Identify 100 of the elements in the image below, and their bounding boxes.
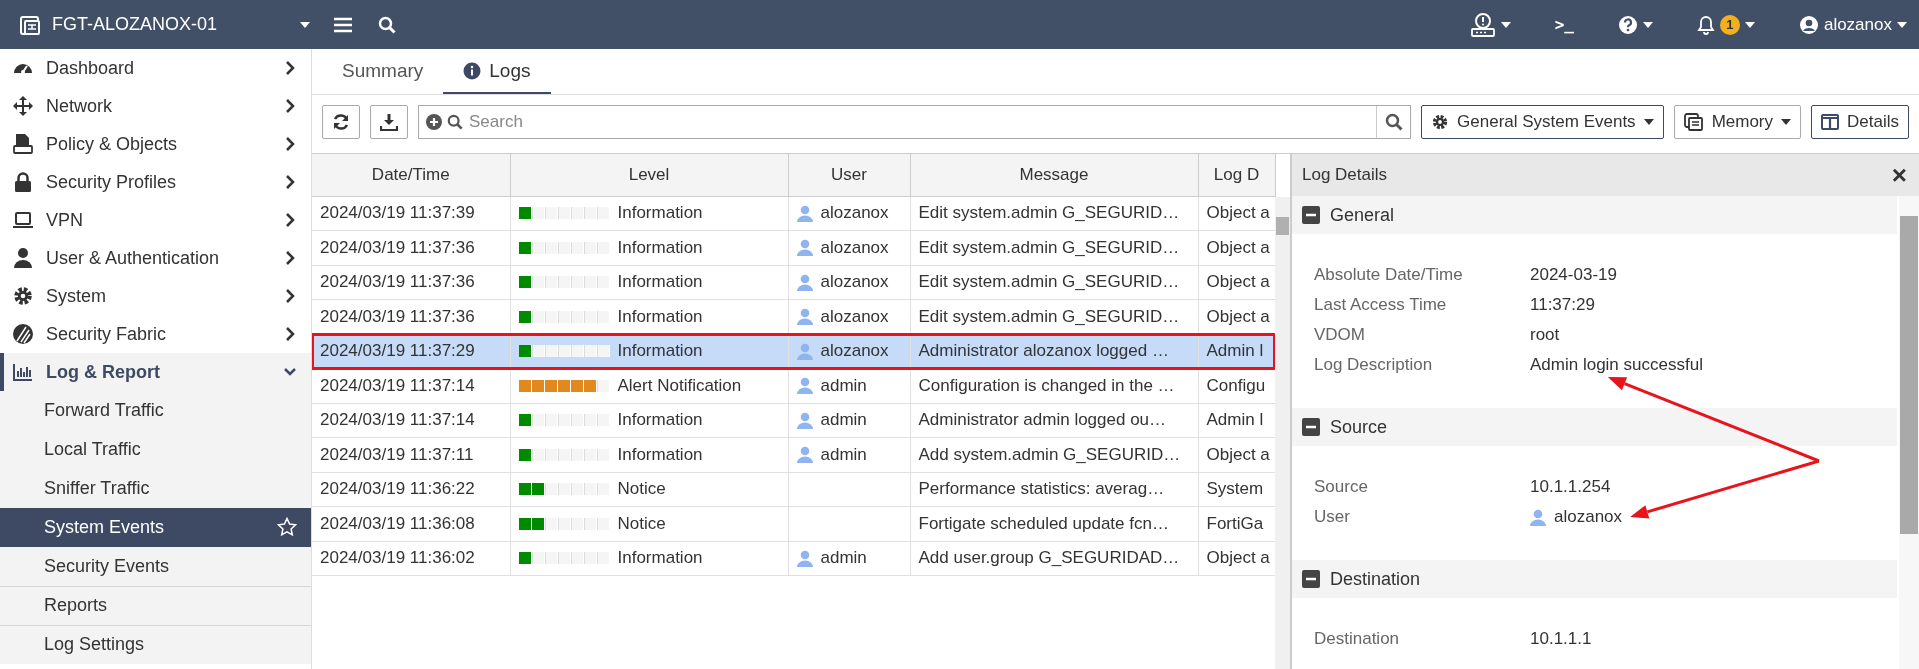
field-value: root bbox=[1530, 325, 1560, 345]
add-filter-icon bbox=[425, 113, 443, 131]
sidebar-item[interactable]: System bbox=[0, 277, 311, 315]
user-menu-button[interactable]: alozanox bbox=[1798, 14, 1907, 35]
download-icon bbox=[380, 113, 398, 131]
table-row[interactable]: 2024/03/19 11:36:22 Notice Performance statistics: averag… System bbox=[312, 472, 1275, 507]
sidebar-item[interactable]: Network bbox=[0, 87, 311, 125]
column-header[interactable]: Level bbox=[510, 154, 788, 196]
level-label: Notice bbox=[617, 479, 666, 500]
user-name: alozanox bbox=[820, 341, 889, 362]
field-label: VDOM bbox=[1314, 325, 1366, 345]
search-bar[interactable]: Search bbox=[418, 105, 1412, 139]
field-label: User bbox=[1314, 507, 1351, 527]
sidebar-subitem[interactable]: Sniffer Traffic bbox=[0, 469, 311, 508]
collapse-icon[interactable] bbox=[1302, 570, 1320, 588]
menu-button[interactable] bbox=[334, 15, 352, 34]
user-icon bbox=[796, 239, 813, 257]
table-cell: 2024/03/19 11:37:29 bbox=[312, 334, 510, 369]
search-button[interactable] bbox=[378, 15, 396, 34]
table-cell: Edit system.admin G_SEGURID… bbox=[910, 196, 1198, 231]
table-cell: Edit system.admin G_SEGURID… bbox=[910, 230, 1198, 265]
column-header[interactable]: User bbox=[788, 154, 910, 196]
column-header[interactable]: Date/Time bbox=[312, 154, 510, 196]
level-label: Information bbox=[617, 548, 703, 569]
user-icon bbox=[796, 273, 813, 291]
table-row[interactable]: 2024/03/19 11:37:14 Alert Notification admin Configuration is changed in the … Configu bbox=[312, 368, 1275, 403]
section-header[interactable]: General bbox=[1292, 196, 1897, 234]
field-label: Log Description bbox=[1314, 355, 1434, 375]
refresh-button[interactable] bbox=[322, 105, 360, 139]
level-label: Information bbox=[617, 203, 703, 224]
table-cell: 2024/03/19 11:37:11 bbox=[312, 437, 510, 472]
table-row[interactable]: 2024/03/19 11:37:36 Information alozanox Edit system.admin G_SEGURID… Object a bbox=[312, 265, 1275, 300]
collapse-icon[interactable] bbox=[1302, 206, 1320, 224]
table-cell: 2024/03/19 11:36:22 bbox=[312, 472, 510, 507]
table-row[interactable]: 2024/03/19 11:36:02 Information admin Add user.group G_SEGURIDAD… Object a bbox=[312, 541, 1275, 576]
level-label: Information bbox=[617, 237, 703, 258]
user-icon bbox=[796, 377, 813, 395]
sidebar-item[interactable]: VPN bbox=[0, 201, 311, 239]
table-row[interactable]: 2024/03/19 11:36:08 Notice Fortigate scheduled update fcn… FortiGa bbox=[312, 506, 1275, 541]
field-label: Destination bbox=[1314, 629, 1401, 649]
user-icon bbox=[796, 308, 813, 326]
user-icon bbox=[796, 342, 813, 360]
device-status-button[interactable] bbox=[1469, 12, 1511, 37]
table-row[interactable]: 2024/03/19 11:37:11 Information admin Add system.admin G_SEGURID… Object a bbox=[312, 437, 1275, 472]
tab[interactable]: Logs bbox=[443, 60, 551, 94]
sidebar-item[interactable]: Policy & Objects bbox=[0, 125, 311, 163]
sidebar-subitem[interactable]: System Events bbox=[0, 508, 311, 547]
table-row[interactable]: 2024/03/19 11:37:39 Information alozanox Edit system.admin G_SEGURID… Object a bbox=[312, 196, 1275, 231]
field-value: 2024-03-19 bbox=[1530, 265, 1617, 285]
field-value: 11:37:29 bbox=[1530, 295, 1595, 315]
sidebar-item[interactable]: Security Fabric bbox=[0, 315, 311, 353]
sidebar-item[interactable]: Dashboard bbox=[0, 49, 311, 87]
table-cell: 2024/03/19 11:36:02 bbox=[312, 541, 510, 576]
table-row[interactable]: 2024/03/19 11:37:36 Information alozanox Edit system.admin G_SEGURID… Object a bbox=[312, 299, 1275, 334]
level-label: Information bbox=[617, 444, 703, 465]
user-icon bbox=[796, 446, 813, 464]
sidebar-item[interactable]: User & Authentication bbox=[0, 239, 311, 277]
details-button[interactable]: Details bbox=[1811, 105, 1909, 139]
highlighted-row[interactable]: 2024/03/19 11:37:29 Information alozanox Administrator alozanox logged … Admin l bbox=[312, 334, 1275, 369]
search-icon bbox=[378, 15, 396, 34]
level-label: Notice bbox=[617, 513, 666, 534]
caret-icon bbox=[1643, 119, 1654, 125]
user-icon bbox=[1530, 508, 1546, 526]
hostname-dropdown[interactable] bbox=[300, 21, 310, 28]
close-button[interactable]: × bbox=[1891, 162, 1907, 188]
cli-console-button[interactable]: >_ bbox=[1554, 15, 1574, 34]
table-cell: 2024/03/19 11:37:36 bbox=[312, 265, 510, 300]
log-source-dropdown[interactable]: Memory bbox=[1673, 105, 1802, 139]
sidebar-subitem[interactable]: Security Events bbox=[0, 547, 311, 586]
notifications-button[interactable]: 1 bbox=[1696, 14, 1755, 35]
table-row[interactable]: 2024/03/19 11:37:36 Information alozanox Edit system.admin G_SEGURID… Object a bbox=[312, 230, 1275, 265]
chevron-right-icon bbox=[283, 289, 297, 303]
download-button[interactable] bbox=[370, 105, 408, 139]
search-icon[interactable] bbox=[1384, 113, 1403, 131]
gear-icon bbox=[1431, 113, 1450, 131]
sidebar-subitem[interactable]: Log Settings bbox=[0, 625, 311, 664]
section-header[interactable]: Source bbox=[1292, 408, 1897, 446]
table-cell: 2024/03/19 11:37:39 bbox=[312, 196, 510, 231]
help-button[interactable] bbox=[1617, 14, 1653, 35]
sidebar-item[interactable]: Security Profiles bbox=[0, 163, 311, 201]
section-header[interactable]: Destination bbox=[1292, 560, 1897, 598]
table-cell: Fortigate scheduled update fcn… bbox=[910, 506, 1198, 541]
scrollbar[interactable] bbox=[1275, 197, 1290, 669]
panel-title: Log Details bbox=[1302, 165, 1389, 185]
field-value: 10.1.1.1 bbox=[1530, 629, 1592, 649]
table-cell: 2024/03/19 11:37:14 bbox=[312, 368, 510, 403]
scrollbar[interactable] bbox=[1899, 196, 1919, 669]
table-row[interactable]: 2024/03/19 11:37:14 Information admin Administrator admin logged ou… Admin l bbox=[312, 403, 1275, 438]
laptop-icon bbox=[12, 209, 34, 231]
sidebar-subitem[interactable]: Local Traffic bbox=[0, 430, 311, 469]
move-arrows-icon bbox=[12, 95, 34, 117]
user-icon bbox=[796, 549, 813, 567]
sidebar-subitem[interactable]: Forward Traffic bbox=[0, 391, 311, 430]
sidebar-subitem[interactable]: Reports bbox=[0, 586, 311, 625]
column-header[interactable]: Log D bbox=[1198, 154, 1275, 196]
tab[interactable]: Summary bbox=[322, 60, 444, 94]
collapse-icon[interactable] bbox=[1302, 418, 1320, 436]
device-alert-icon bbox=[1469, 12, 1496, 37]
column-header[interactable]: Message bbox=[910, 154, 1198, 196]
filter-dropdown[interactable]: General System Events bbox=[1421, 105, 1664, 139]
